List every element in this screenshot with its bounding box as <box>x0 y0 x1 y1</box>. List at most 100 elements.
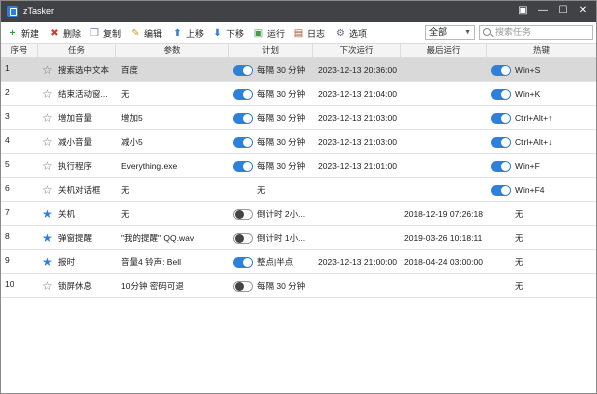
hotkey-text: 无 <box>515 233 524 243</box>
delete-button[interactable]: ✖ 删除 <box>49 26 81 40</box>
task-name: 关机对话框 <box>58 185 101 195</box>
hotkey-text: Win+K <box>515 89 541 99</box>
row-index: 5 <box>5 159 10 169</box>
log-button[interactable]: ▤ 日志 <box>293 26 325 40</box>
restore-button[interactable]: ▣ <box>515 4 531 18</box>
toggle-knob <box>501 66 510 75</box>
new-button[interactable]: + 新建 <box>7 26 39 40</box>
row-index: 3 <box>5 111 10 121</box>
column-header-plan[interactable]: 计划 <box>229 44 313 57</box>
search-input[interactable]: 搜索任务 <box>479 25 593 40</box>
table-row[interactable]: 6 ☆ 关机对话框 无 无 Win+F4 <box>1 178 596 202</box>
column-header-task[interactable]: 任务 <box>38 44 116 57</box>
hotkey-toggle[interactable] <box>491 137 511 148</box>
task-name: 增加音量 <box>58 113 93 123</box>
task-param: 减小5 <box>121 137 143 147</box>
toggle-knob <box>235 210 244 219</box>
plan-toggle[interactable] <box>233 209 253 220</box>
task-name: 锁屏休息 <box>58 281 93 291</box>
plan-text: 倒计时 2小... <box>257 209 306 219</box>
run-button[interactable]: ▣ 运行 <box>253 26 285 40</box>
move-up-button[interactable]: ⬆ 上移 <box>172 26 204 40</box>
row-index: 9 <box>5 255 10 265</box>
toggle-knob <box>501 186 510 195</box>
minimize-button[interactable]: — <box>535 4 551 18</box>
star-icon[interactable]: ☆ <box>42 136 54 148</box>
task-param: 无 <box>121 185 130 195</box>
star-icon[interactable]: ☆ <box>42 184 54 196</box>
hotkey-toggle[interactable] <box>491 89 511 100</box>
toggle-knob <box>501 138 510 147</box>
hotkey-toggle[interactable] <box>491 185 511 196</box>
task-param: 无 <box>121 89 130 99</box>
gear-icon: ⚙ <box>336 27 345 39</box>
plan-toggle[interactable] <box>233 113 253 124</box>
star-icon[interactable]: ☆ <box>42 280 54 292</box>
hotkey-toggle[interactable] <box>491 161 511 172</box>
next-run: 2023-12-13 21:04:00 <box>318 89 397 99</box>
chevron-down-icon: ▼ <box>464 29 471 36</box>
column-header-last-run[interactable]: 最后运行 <box>401 44 487 57</box>
hotkey-toggle[interactable] <box>491 65 511 76</box>
table-row[interactable]: 3 ☆ 增加音量 增加5 每隔 30 分钟 2023-12-13 21:03:00 Ctrl… <box>1 106 596 130</box>
filter-select[interactable]: 全部 ▼ <box>425 25 475 40</box>
options-button[interactable]: ⚙ 选项 <box>335 26 367 40</box>
table-row[interactable]: 4 ☆ 减小音量 减小5 每隔 30 分钟 2023-12-13 21:03:00 Ctrl… <box>1 130 596 154</box>
star-icon[interactable]: ★ <box>42 232 54 244</box>
task-param: 音量4 铃声: Bell <box>121 257 181 267</box>
table-row[interactable]: 1 ☆ 搜索选中文本 百度 每隔 30 分钟 2023-12-13 20:36:00 Win… <box>1 58 596 82</box>
task-param: 增加5 <box>121 113 143 123</box>
task-param: 百度 <box>121 65 139 75</box>
star-icon[interactable]: ☆ <box>42 88 54 100</box>
toggle-knob <box>243 162 252 171</box>
move-down-button[interactable]: ⬇ 下移 <box>212 26 244 40</box>
star-icon[interactable]: ☆ <box>42 160 54 172</box>
table-row[interactable]: 2 ☆ 结束活动窗... 无 每隔 30 分钟 2023-12-13 21:04:00 Wi… <box>1 82 596 106</box>
copy-button[interactable]: ❐ 复制 <box>89 26 121 40</box>
app-window: zTasker ▣ — ☐ ✕ + 新建 ✖ 删除 ❐ 复制 ✎ 编辑 ⬆ 上移… <box>0 0 597 394</box>
column-header-index[interactable]: 序号 <box>1 44 38 57</box>
row-index: 1 <box>5 63 10 73</box>
column-header-next-run[interactable]: 下次运行 <box>313 44 401 57</box>
toggle-knob <box>243 114 252 123</box>
next-run: 2023-12-13 21:00:00 <box>318 257 397 267</box>
maximize-button[interactable]: ☐ <box>555 4 571 18</box>
app-logo-icon <box>7 6 18 17</box>
edit-label: 编辑 <box>144 28 163 39</box>
star-icon[interactable]: ★ <box>42 256 54 268</box>
run-label: 运行 <box>267 28 286 39</box>
task-name: 减小音量 <box>58 137 93 147</box>
next-run: 2023-12-13 21:01:00 <box>318 161 397 171</box>
toggle-knob <box>501 114 510 123</box>
table-row[interactable]: 10 ☆ 锁屏休息 10分钟 密码可退 每隔 30 分钟 无 <box>1 274 596 298</box>
plan-toggle[interactable] <box>233 257 253 268</box>
plan-toggle[interactable] <box>233 161 253 172</box>
plan-text: 倒计时 1小... <box>257 233 306 243</box>
column-header-hotkey[interactable]: 热键 <box>487 44 596 57</box>
task-param: Everything.exe <box>121 161 178 171</box>
title-bar[interactable]: zTasker ▣ — ☐ ✕ <box>1 1 596 22</box>
plan-toggle[interactable] <box>233 137 253 148</box>
close-button[interactable]: ✕ <box>575 4 591 18</box>
column-header-param[interactable]: 参数 <box>116 44 229 57</box>
plan-toggle[interactable] <box>233 65 253 76</box>
plan-toggle[interactable] <box>233 233 253 244</box>
move-up-label: 上移 <box>186 28 205 39</box>
arrow-up-icon: ⬆ <box>173 27 182 39</box>
plan-toggle[interactable] <box>233 281 253 292</box>
toggle-knob <box>235 234 244 243</box>
star-icon[interactable]: ☆ <box>42 112 54 124</box>
plan-toggle[interactable] <box>233 89 253 100</box>
star-icon[interactable]: ★ <box>42 208 54 220</box>
star-icon[interactable]: ☆ <box>42 64 54 76</box>
table-header: 序号 任务 参数 计划 下次运行 最后运行 热键 <box>1 43 596 58</box>
task-name: 执行程序 <box>58 161 93 171</box>
new-label: 新建 <box>21 28 40 39</box>
table-row[interactable]: 5 ☆ 执行程序 Everything.exe 每隔 30 分钟 2023-12-13 2… <box>1 154 596 178</box>
table-row[interactable]: 8 ★ 弹窗提醒 "我的提醒" QQ.wav 倒计时 1小... 2019-03-26 1… <box>1 226 596 250</box>
hotkey-toggle[interactable] <box>491 113 511 124</box>
table-row[interactable]: 7 ★ 关机 无 倒计时 2小... 2018-12-19 07:26:18 无 <box>1 202 596 226</box>
plan-text: 每隔 30 分钟 <box>257 161 306 171</box>
edit-button[interactable]: ✎ 编辑 <box>130 26 162 40</box>
table-row[interactable]: 9 ★ 报时 音量4 铃声: Bell 整点|半点 2023-12-13 21:00:00… <box>1 250 596 274</box>
